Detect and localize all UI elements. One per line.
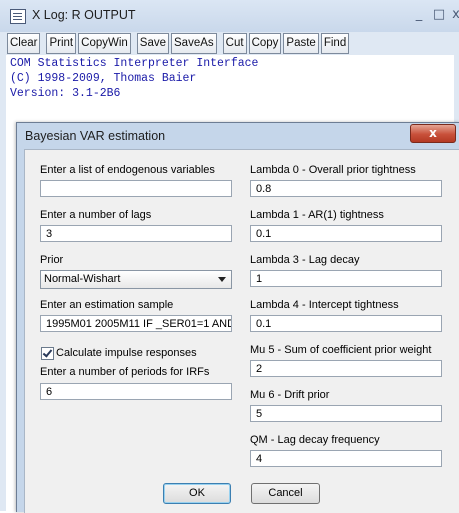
bayesian-var-dialog: Bayesian VAR estimation x Enter a list o…	[16, 122, 459, 513]
endogenous-variables-input[interactable]	[40, 180, 232, 197]
print-button[interactable]: Print	[46, 33, 77, 54]
impulse-responses-checkbox[interactable]	[41, 347, 54, 360]
irf-periods-input[interactable]: 6	[40, 383, 232, 400]
console-line: (C) 1998-2009, Thomas Baier	[10, 72, 197, 85]
mu6-input[interactable]: 5	[250, 405, 442, 422]
save-button[interactable]: Save	[136, 33, 170, 54]
cancel-button[interactable]: Cancel	[251, 483, 320, 504]
dialog-body: Enter a list of endogenous variables Ent…	[24, 149, 459, 513]
prior-select[interactable]: Normal-Wishart	[40, 270, 232, 289]
copywin-button[interactable]: CopyWin	[78, 33, 131, 54]
irf-periods-label: Enter a number of periods for IRFs	[40, 366, 210, 378]
mu5-input[interactable]: 2	[250, 360, 442, 377]
clear-button[interactable]: Clear	[7, 33, 41, 54]
mu5-label: Mu 5 - Sum of coefficient prior weight	[250, 344, 432, 356]
lambda0-input[interactable]: 0.8	[250, 180, 442, 197]
chevron-down-icon	[218, 277, 226, 282]
xlog-window-title: X Log: R OUTPUT	[32, 8, 136, 22]
estimation-sample-label: Enter an estimation sample	[40, 299, 174, 311]
app-window-icon	[10, 9, 26, 24]
ok-button[interactable]: OK	[163, 483, 231, 504]
lambda4-label: Lambda 4 - Intercept tightness	[250, 299, 399, 311]
prior-label: Prior	[40, 254, 64, 266]
lambda3-label: Lambda 3 - Lag decay	[250, 254, 360, 266]
copy-button[interactable]: Copy	[248, 33, 282, 54]
cut-button[interactable]: Cut	[222, 33, 247, 54]
close-icon[interactable]: x	[445, 5, 459, 25]
saveas-button[interactable]: SaveAs	[171, 33, 217, 54]
lambda1-label: Lambda 1 - AR(1) tightness	[250, 209, 384, 221]
estimation-sample-input[interactable]: 1995M01 2005M11 IF _SER01=1 AND	[40, 315, 232, 332]
lags-input[interactable]: 3	[40, 225, 232, 242]
xlog-toolbar: Clear Print CopyWin Save SaveAs Cut Copy…	[7, 33, 351, 54]
qm-input[interactable]: 4	[250, 450, 442, 467]
paste-button[interactable]: Paste	[283, 33, 319, 54]
find-button[interactable]: Find	[320, 33, 350, 54]
console-line: Version: 3.1-2B6	[10, 87, 121, 100]
endogenous-variables-label: Enter a list of endogenous variables	[40, 164, 215, 176]
impulse-responses-label: Calculate impulse responses	[56, 347, 197, 359]
lags-label: Enter a number of lags	[40, 209, 152, 221]
console-line: COM Statistics Interpreter Interface	[10, 57, 259, 70]
xlog-titlebar: X Log: R OUTPUT _ □ x	[0, 0, 459, 32]
lambda4-input[interactable]: 0.1	[250, 315, 442, 332]
lambda1-input[interactable]: 0.1	[250, 225, 442, 242]
minimize-icon[interactable]: _	[408, 5, 430, 25]
qm-label: QM - Lag decay frequency	[250, 434, 380, 446]
prior-selected-value: Normal-Wishart	[44, 273, 121, 285]
lambda0-label: Lambda 0 - Overall prior tightness	[250, 164, 416, 176]
mu6-label: Mu 6 - Drift prior	[250, 389, 330, 401]
dialog-close-button[interactable]: x	[410, 124, 456, 143]
dialog-title: Bayesian VAR estimation	[25, 129, 166, 143]
lambda3-input[interactable]: 1	[250, 270, 442, 287]
